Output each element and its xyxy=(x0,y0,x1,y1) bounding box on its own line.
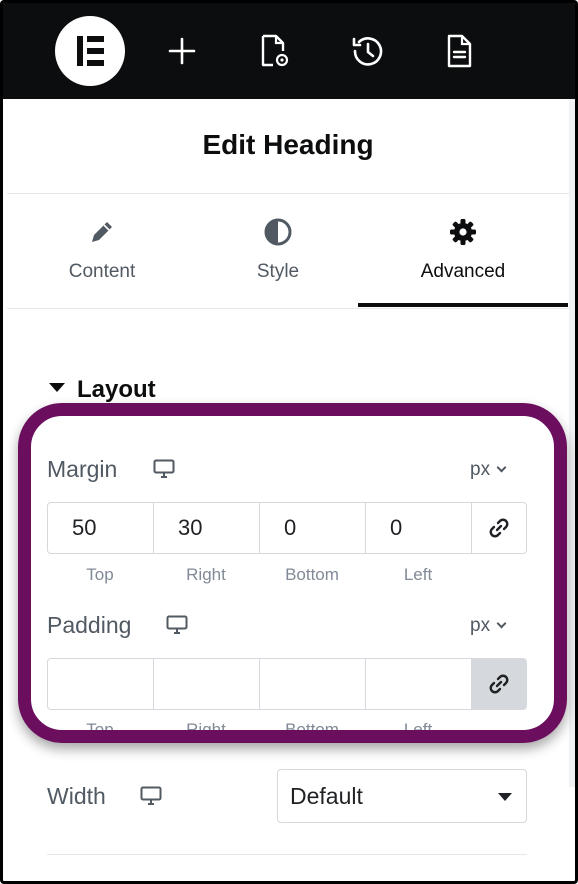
history-icon[interactable] xyxy=(347,31,387,71)
padding-dimensions xyxy=(47,658,527,710)
elementor-logo-icon[interactable] xyxy=(55,16,125,86)
sublabel-right: Right xyxy=(186,720,226,739)
divider xyxy=(7,308,569,309)
padding-right-input[interactable] xyxy=(154,659,260,709)
padding-top-input[interactable] xyxy=(48,659,154,709)
tab-advanced[interactable]: Advanced xyxy=(370,213,556,308)
margin-sublabels: Top Right Bottom Left xyxy=(47,565,471,585)
editor-panel: Edit Heading Content Style Advanced Layo… xyxy=(0,0,578,884)
tab-label: Advanced xyxy=(420,261,506,282)
margin-unit-select[interactable]: px xyxy=(470,459,507,481)
padding-bottom-input[interactable] xyxy=(260,659,366,709)
section-layout-toggle[interactable]: Layout xyxy=(49,376,156,404)
margin-right-input[interactable]: 30 xyxy=(154,503,260,553)
margin-label: Margin xyxy=(47,456,118,482)
tab-label: Content xyxy=(68,261,136,282)
section-title: Layout xyxy=(77,376,156,403)
padding-label: Padding xyxy=(47,612,132,638)
divider xyxy=(7,193,569,194)
margin-link-toggle[interactable] xyxy=(472,503,526,553)
chevron-down-icon xyxy=(496,462,507,473)
sublabel-bottom: Bottom xyxy=(285,720,339,739)
sublabel-left: Left xyxy=(403,565,433,584)
add-icon[interactable] xyxy=(162,31,202,71)
sublabel-top: Top xyxy=(86,565,114,584)
width-label: Width xyxy=(47,783,106,809)
margin-left-input[interactable]: 0 xyxy=(366,503,472,553)
margin-dimensions: 50 30 0 0 xyxy=(47,502,527,554)
padding-left-input[interactable] xyxy=(366,659,472,709)
active-tab-indicator xyxy=(358,303,568,307)
tab-label: Style xyxy=(256,261,300,282)
width-value: Default xyxy=(290,783,363,809)
tab-style[interactable]: Style xyxy=(185,213,371,308)
link-icon xyxy=(489,518,509,538)
padding-link-toggle[interactable] xyxy=(472,659,526,709)
gear-icon xyxy=(450,219,476,245)
half-circle-icon xyxy=(264,218,292,246)
caret-down-icon xyxy=(498,793,512,801)
caret-down-icon xyxy=(49,383,65,393)
scrollbar[interactable] xyxy=(569,99,575,787)
divider xyxy=(47,854,527,855)
desktop-icon[interactable] xyxy=(140,786,162,806)
notes-icon[interactable] xyxy=(439,31,479,71)
chevron-down-icon xyxy=(496,618,507,629)
panel-title: Edit Heading xyxy=(202,129,374,160)
unit-value: px xyxy=(470,615,491,636)
padding-sublabels: Top Right Bottom Left xyxy=(47,720,471,740)
tab-content[interactable]: Content xyxy=(9,213,195,308)
padding-unit-select[interactable]: px xyxy=(470,615,507,637)
sublabel-top: Top xyxy=(86,720,114,739)
sublabel-bottom: Bottom xyxy=(285,565,339,584)
page-settings-icon[interactable] xyxy=(254,31,294,71)
desktop-icon[interactable] xyxy=(153,459,175,479)
width-select[interactable]: Default xyxy=(277,769,527,823)
top-toolbar xyxy=(3,3,575,99)
margin-bottom-input[interactable]: 0 xyxy=(260,503,366,553)
sublabel-right: Right xyxy=(186,565,226,584)
unit-value: px xyxy=(470,459,491,480)
sublabel-left: Left xyxy=(403,720,433,739)
desktop-icon[interactable] xyxy=(166,615,188,635)
pencil-icon xyxy=(92,222,112,242)
margin-top-input[interactable]: 50 xyxy=(48,503,154,553)
link-icon xyxy=(489,674,509,694)
